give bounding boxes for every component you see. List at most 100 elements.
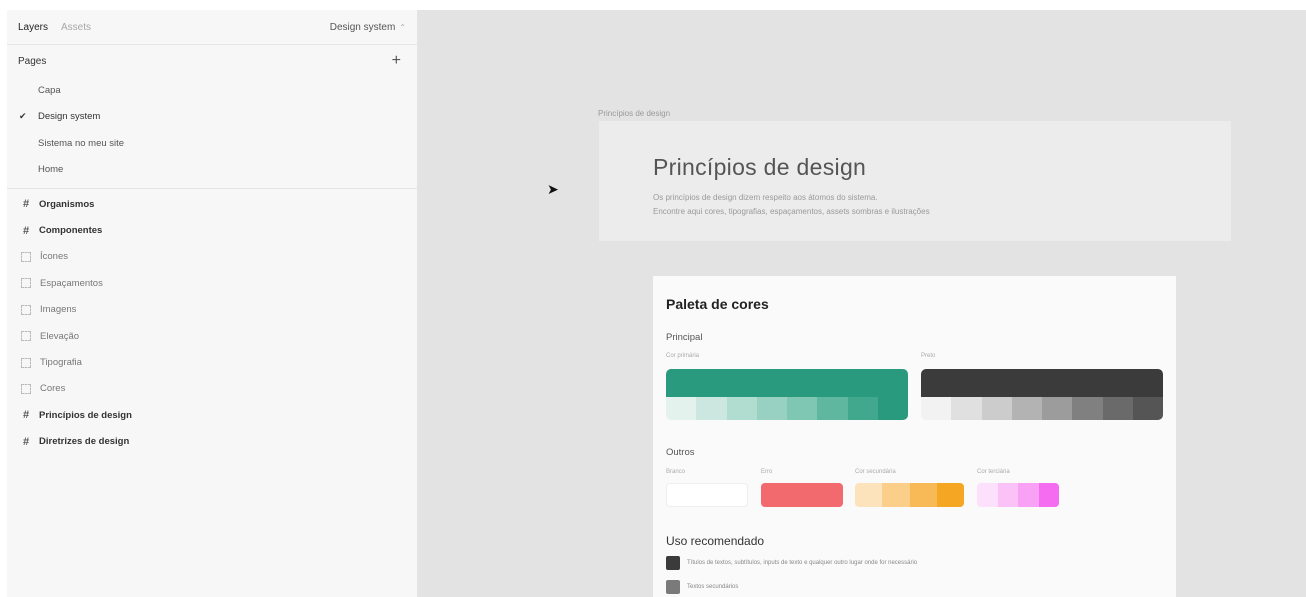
layer-item[interactable]: # Princípios de design [7,402,417,428]
layer-list: # Organismos # Componentes Ícones Espaça… [7,191,417,455]
layer-item[interactable]: Tipografia [7,349,417,375]
design-canvas[interactable]: ➤ Princípios de design Princípios de des… [418,10,1306,597]
layer-item[interactable]: Ícones [7,244,417,270]
secondary-label: Cor secundária [855,469,896,475]
tab-layers[interactable]: Layers [18,22,48,33]
primary-shade-swatch[interactable] [817,397,848,420]
black-shades [921,397,1163,420]
frame-title: Princípios de design [653,154,867,180]
error-swatch[interactable] [761,483,843,507]
black-shade-swatch[interactable] [1042,397,1073,420]
black-shade-swatch[interactable] [921,397,952,420]
page-item-sistema[interactable]: Sistema no meu site [7,130,417,157]
page-label: Capa [38,84,61,96]
error-label: Erro [761,469,773,475]
frame-icon: # [22,198,30,211]
tertiary-shade-swatch[interactable] [1018,483,1039,507]
page-selector[interactable]: Design system ⌃ [330,22,406,33]
uso-row: Textos secundários [666,580,738,594]
black-shade-swatch[interactable] [1072,397,1103,420]
layer-item[interactable]: # Organismos [7,191,417,217]
palette-title: Paleta de cores [666,296,769,312]
layer-item[interactable]: Cores [7,376,417,402]
frame-description: Os princípios de design dizem respeito a… [653,191,930,219]
frame-icon: # [22,409,30,422]
layer-label: Princípios de design [39,409,132,421]
frame-icon: # [22,224,30,237]
layers-panel: Layers Assets Design system ⌃ Pages + Ca… [7,10,418,597]
page-item-capa[interactable]: Capa [7,77,417,104]
layer-label: Elevação [40,330,80,342]
mouse-cursor-icon: ➤ [547,181,559,197]
tertiary-swatch[interactable] [977,483,1059,507]
primary-shade-swatch[interactable] [756,397,787,420]
black-shade-swatch[interactable] [1011,397,1042,420]
primary-shade-swatch[interactable] [666,397,697,420]
layer-label: Diretrizes de design [39,436,130,448]
layer-item[interactable]: # Componentes [7,217,417,243]
secondary-shade-swatch[interactable] [882,483,910,507]
add-page-icon[interactable]: + [392,53,401,69]
uso-text: Textos secundários [687,584,739,590]
primary-shade-swatch[interactable] [726,397,757,420]
layer-item[interactable]: Espaçamentos [7,270,417,296]
primary-shade-swatch[interactable] [696,397,727,420]
black-label: Preto [921,353,936,359]
section-icon [21,278,31,289]
page-item-home[interactable]: Home [7,157,417,184]
page-label: Home [38,164,64,176]
principios-frame[interactable]: Princípios de design Os princípios de de… [599,121,1231,241]
tertiary-shade-swatch[interactable] [997,483,1018,507]
tab-assets[interactable]: Assets [61,22,91,33]
section-icon [21,357,31,368]
primary-shade-swatch[interactable] [877,397,908,420]
section-icon [21,251,31,262]
color-chip [666,556,680,570]
frame-icon: # [22,435,30,448]
description-line: Os princípios de design dizem respeito a… [653,193,878,202]
layer-label: Cores [40,383,66,395]
black-shade-swatch[interactable] [951,397,982,420]
check-icon: ✔ [19,111,27,122]
secondary-shade-swatch[interactable] [936,483,964,507]
section-icon [21,304,31,315]
layer-item[interactable]: Imagens [7,297,417,323]
tertiary-shade-swatch[interactable] [977,483,998,507]
uso-row: Títulos de textos, subtítulos, inputs de… [666,556,917,570]
layer-label: Espaçamentos [40,277,103,289]
section-icon [21,383,31,394]
secondary-shade-swatch[interactable] [909,483,937,507]
black-shade-swatch[interactable] [1102,397,1133,420]
paleta-frame[interactable]: Paleta de cores Principal Cor primária P… [653,276,1176,597]
layer-item[interactable]: Elevação [7,323,417,349]
chevron-up-icon: ⌃ [399,22,406,32]
black-shade-swatch[interactable] [1132,397,1163,420]
secondary-shade-swatch[interactable] [855,483,883,507]
outros-heading: Outros [666,447,695,458]
page-selector-label: Design system [329,21,396,33]
primary-shade-swatch[interactable] [787,397,818,420]
layer-label: Componentes [39,225,103,237]
principal-heading: Principal [666,332,703,343]
layer-label: Ícones [40,251,68,263]
uso-text: Títulos de textos, subtítulos, inputs de… [687,560,918,566]
layer-item[interactable]: # Diretrizes de design [7,429,417,455]
primary-shades [666,397,908,420]
secondary-swatch[interactable] [855,483,964,507]
tertiary-label: Cor terciária [977,469,1010,475]
primary-shade-swatch[interactable] [847,397,878,420]
layer-label: Imagens [40,304,77,316]
tertiary-shade-swatch[interactable] [1038,483,1059,507]
section-icon [21,331,31,342]
section-divider [7,188,417,189]
primary-label: Cor primária [666,353,700,359]
black-swatch[interactable] [921,369,1163,397]
page-item-design-system[interactable]: ✔ Design system [7,104,417,131]
white-swatch[interactable] [666,483,748,507]
frame-label[interactable]: Princípios de design [598,109,670,118]
black-shade-swatch[interactable] [981,397,1012,420]
page-label: Design system [38,111,101,123]
page-label: Sistema no meu site [38,137,125,149]
primary-swatch[interactable] [666,369,908,397]
uso-heading: Uso recomendado [666,534,765,548]
